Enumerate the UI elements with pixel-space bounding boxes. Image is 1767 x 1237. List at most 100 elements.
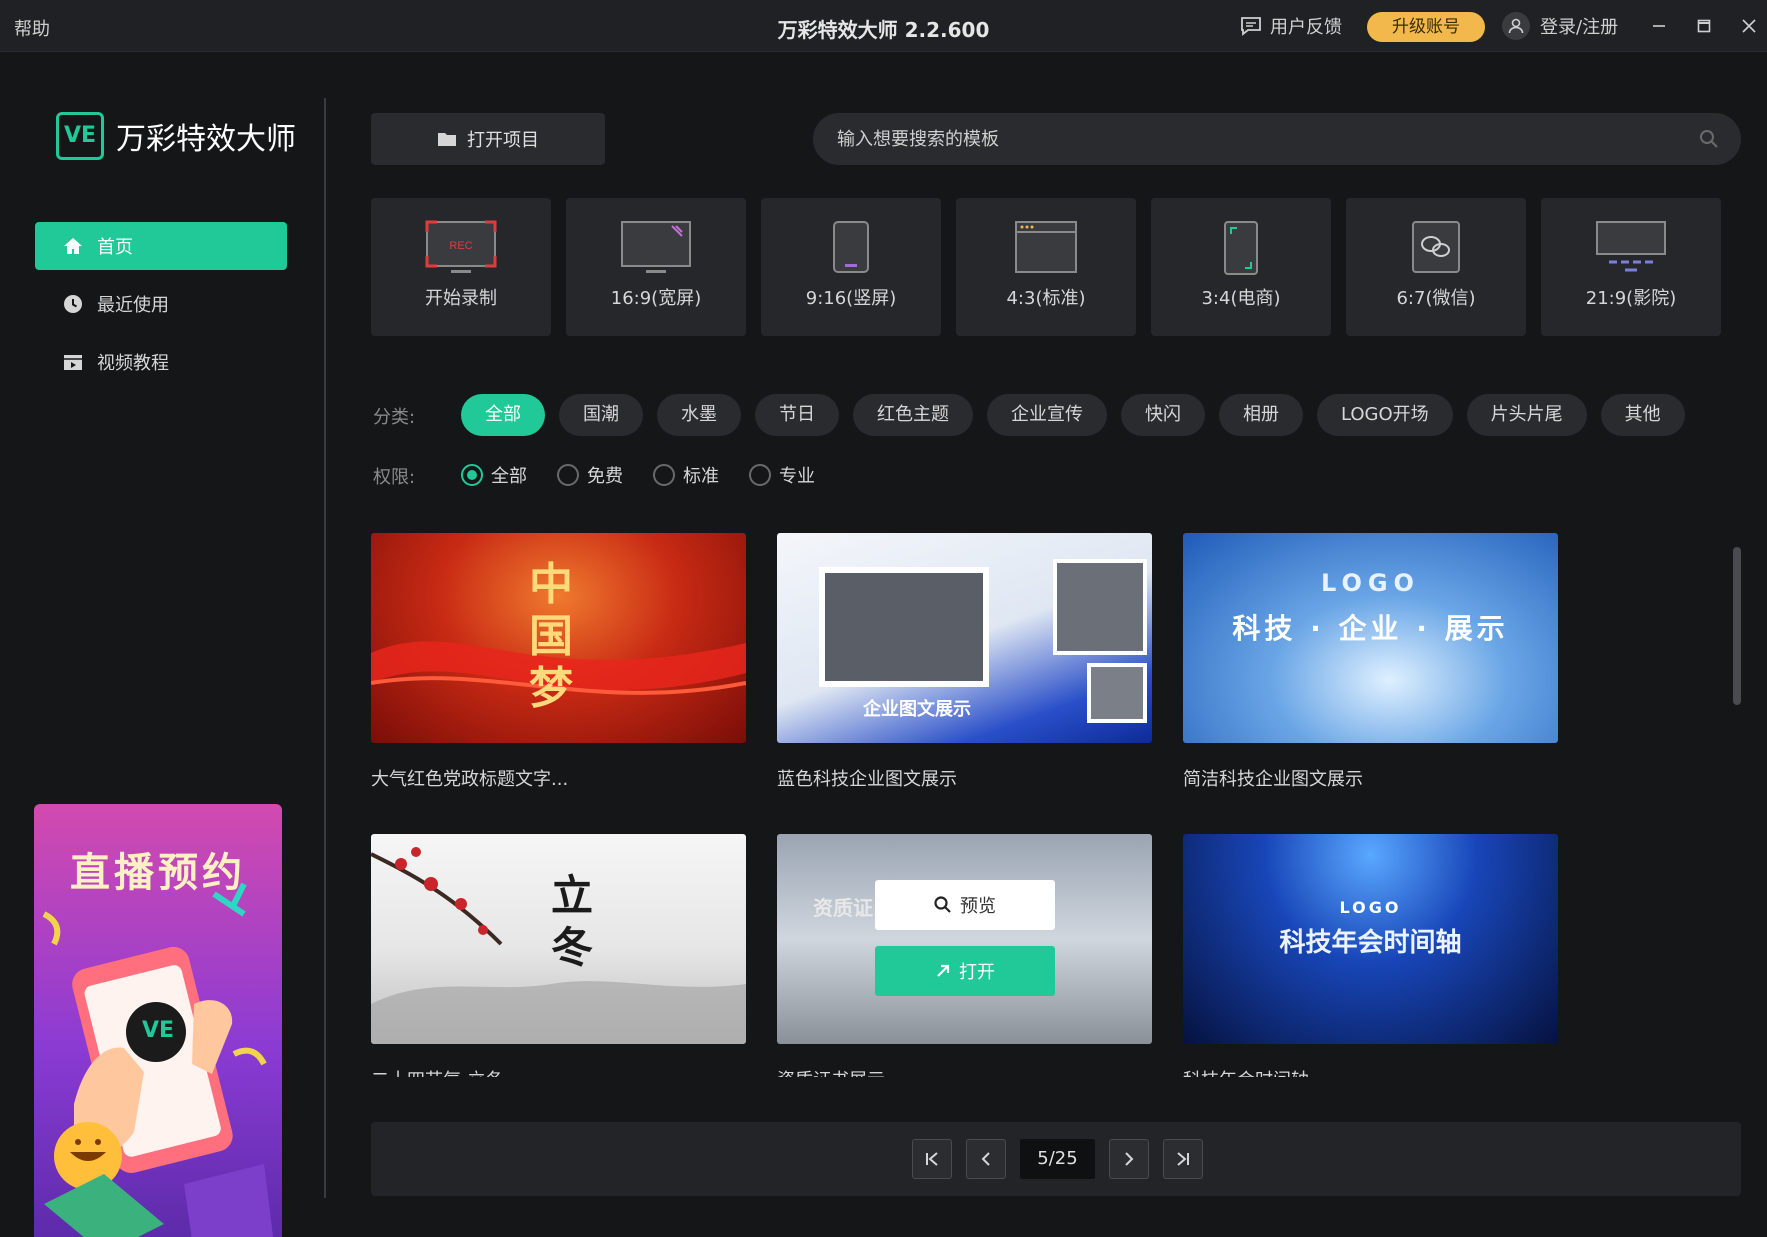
thumbnail-logo: LOGO [1321,569,1420,597]
grid-scrollbar[interactable] [1733,547,1741,705]
template-thumbnail[interactable]: LOGO 科技 · 企业 · 展示 [1183,533,1558,743]
first-page-button[interactable] [912,1139,952,1179]
template-thumbnail[interactable]: 立冬 [371,834,746,1044]
feedback-icon [1241,17,1261,36]
sidebar-item-tutorial[interactable]: 视频教程 [35,338,287,386]
category-chip[interactable]: 其他 [1600,394,1685,436]
thumbnail-caption: 立冬 [550,871,593,972]
template-thumbnail[interactable]: 企业图文展示 [777,533,1152,743]
category-chip[interactable]: 红色主题 [853,394,973,436]
search-icon[interactable] [1699,129,1719,149]
feedback-button[interactable]: 用户反馈 [1240,13,1342,39]
ratio-card-record[interactable]: REC 开始录制 [371,198,551,336]
ratio-card-6-7[interactable]: 6:7(微信) [1346,198,1526,336]
open-label: 打开 [959,962,995,983]
logo-text: 万彩特效大师 [116,122,296,157]
template-card[interactable]: LOGO 科技 · 企业 · 展示 简洁科技企业图文展示 [1183,533,1558,791]
thumbnail-caption: 资质证 [813,896,873,920]
thumbnail-caption: 科技年会时间轴 [1279,928,1462,958]
maximize-icon[interactable] [1690,12,1718,40]
permission-radio-pro[interactable]: 专业 [749,462,815,488]
standard-icon [1015,221,1077,273]
preview-label: 预览 [960,896,996,917]
ratio-label: 6:7(微信) [1396,288,1476,309]
ratio-label: 21:9(影院) [1585,288,1677,309]
login-label: 登录/注册 [1540,17,1619,38]
upgrade-button[interactable]: 升级账号 [1367,12,1485,42]
ratio-card-4-3[interactable]: 4:3(标准) [956,198,1136,336]
sidebar-item-label: 视频教程 [97,353,169,374]
ratio-card-16-9[interactable]: 16:9(宽屏) [566,198,746,336]
widescreen-icon [621,221,691,273]
category-chip[interactable]: 片头片尾 [1466,394,1587,436]
radio-dot [749,464,771,486]
category-filter: 全部 国潮 水墨 节日 红色主题 企业宣传 快闪 相册 LOGO开场 片头片尾 … [461,394,1685,436]
minimize-icon[interactable] [1645,12,1673,40]
ratio-label: 9:16(竖屏) [805,288,897,309]
prev-page-button[interactable] [966,1139,1006,1179]
pagination-bar: 5/25 [371,1122,1741,1196]
radio-dot [557,464,579,486]
template-card[interactable]: 企业图文展示 蓝色科技企业图文展示 [777,533,1152,791]
template-card[interactable]: LOGO 科技年会时间轴 科技年会时间轴 [1183,834,1558,1077]
preview-button[interactable]: 预览 [875,880,1055,930]
photo-placeholder [819,567,989,687]
template-title: 科技年会时间轴 [1183,1066,1558,1077]
close-icon[interactable] [1735,12,1763,40]
chevron-left-icon [981,1152,990,1166]
category-chip[interactable]: 节日 [755,394,839,436]
template-search-box[interactable] [813,113,1741,165]
last-page-icon [1177,1152,1189,1166]
sidebar-item-recent[interactable]: 最近使用 [35,280,287,328]
template-title: 简洁科技企业图文展示 [1183,769,1363,790]
logo-badge: VE [56,112,104,160]
livestream-promo-banner[interactable]: 直播预约 VE [34,804,282,1237]
template-card[interactable]: 资质证 预览 打开 资质证书展示 [777,834,1152,1077]
ratio-card-9-16[interactable]: 9:16(竖屏) [761,198,941,336]
radio-dot [461,464,483,486]
next-page-button[interactable] [1109,1139,1149,1179]
app-logo: VE 万彩特效大师 [56,112,296,160]
category-chip[interactable]: 水墨 [657,394,741,436]
ratio-card-3-4[interactable]: 3:4(电商) [1151,198,1331,336]
category-chip[interactable]: 相册 [1219,394,1303,436]
canvas-ratio-row: REC 开始录制 16:9(宽屏) 9:16(竖屏) 4:3(标准) 3:4(电… [371,198,1721,336]
permission-radio-free[interactable]: 免费 [557,462,623,488]
sidebar-item-label: 首页 [97,237,133,258]
ratio-label: 开始录制 [425,288,497,309]
clock-icon [63,294,83,314]
permission-label: 权限: [373,467,416,488]
category-chip[interactable]: 企业宣传 [987,394,1107,436]
category-chip[interactable]: LOGO开场 [1317,394,1453,436]
template-thumbnail[interactable]: LOGO 科技年会时间轴 [1183,834,1558,1044]
sidebar: VE 万彩特效大师 首页 最近使用 视频教程 直播预约 VE [0,52,325,1237]
first-page-icon [926,1152,938,1166]
open-template-button[interactable]: 打开 [875,946,1055,996]
template-thumbnail[interactable]: 中国梦 [371,533,746,743]
category-chip[interactable]: 全部 [461,394,545,436]
svg-text:REC: REC [449,240,472,252]
radio-dot [653,464,675,486]
ratio-label: 4:3(标准) [1006,288,1086,309]
last-page-button[interactable] [1163,1139,1203,1179]
template-title: 二十四节气-立冬 [371,1066,746,1077]
permission-radio-standard[interactable]: 标准 [653,462,719,488]
ecommerce-icon [1224,221,1258,275]
cinema-icon [1596,221,1666,272]
ratio-card-21-9[interactable]: 21:9(影院) [1541,198,1721,336]
sidebar-item-home[interactable]: 首页 [35,222,287,270]
search-input[interactable] [837,128,1697,150]
category-chip[interactable]: 快闪 [1121,394,1205,436]
category-chip[interactable]: 国潮 [559,394,643,436]
template-thumbnail[interactable]: 资质证 预览 打开 [777,834,1152,1044]
open-project-button[interactable]: 打开项目 [371,113,605,165]
category-label: 分类: [373,407,416,428]
photo-placeholder [1053,559,1147,655]
login-button[interactable]: 登录/注册 [1502,12,1618,40]
template-card[interactable]: 中国梦 大气红色党政标题文字... [371,533,746,791]
permission-radio-all[interactable]: 全部 [461,462,527,488]
template-title: 蓝色科技企业图文展示 [777,769,957,790]
template-card[interactable]: 立冬 二十四节气-立冬 [371,834,746,1077]
portrait-icon [833,221,869,273]
arrow-up-right-icon [937,964,950,977]
